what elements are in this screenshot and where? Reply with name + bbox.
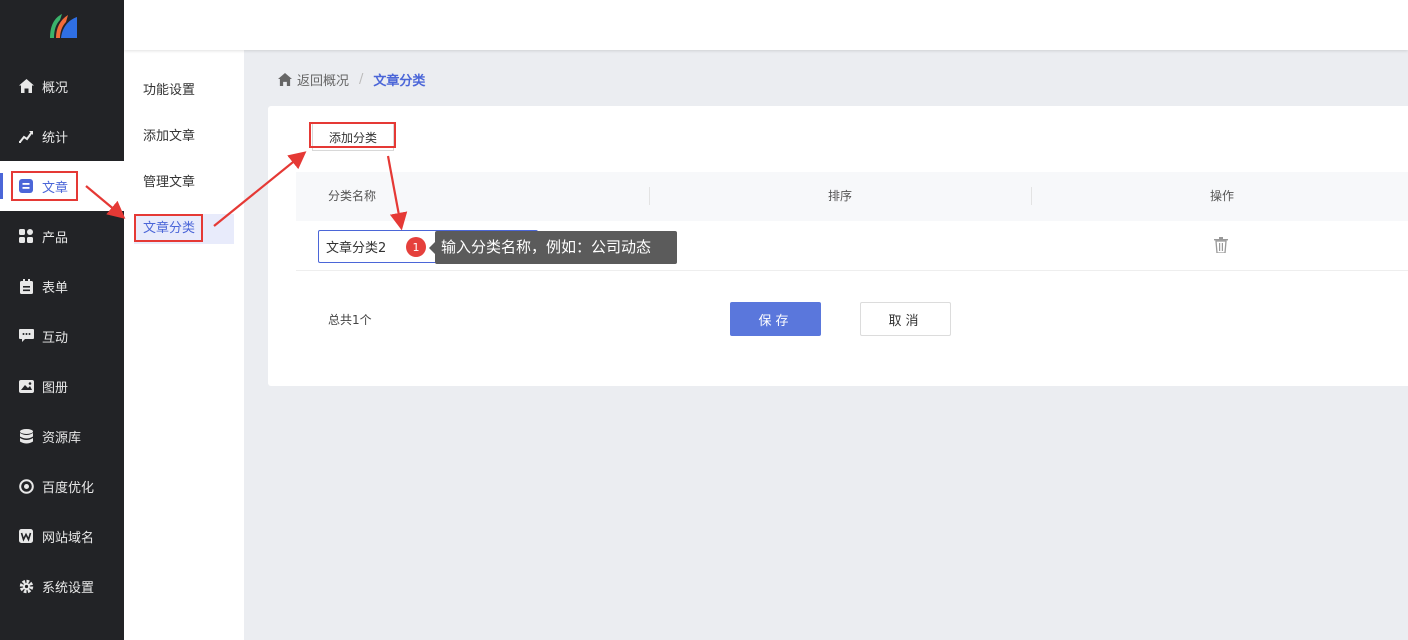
sidebar-item-settings[interactable]: 系统设置 — [0, 561, 124, 611]
home-icon — [278, 72, 292, 86]
sidebar-item-album[interactable]: 图册 — [0, 361, 124, 411]
sidebar-item-label: 统计 — [42, 130, 69, 146]
add-category-button[interactable]: 添加分类 — [312, 123, 394, 151]
sidebar-item-label: 产品 — [42, 230, 69, 246]
submenu-item-manage-article[interactable]: 管理文章 — [134, 168, 234, 198]
trash-icon[interactable] — [1214, 237, 1228, 257]
sidebar-item-interaction[interactable]: 互动 — [0, 311, 124, 361]
clipboard-icon — [18, 278, 34, 294]
breadcrumb-current: 文章分类 — [373, 73, 426, 89]
submenu-item-add-article[interactable]: 添加文章 — [134, 122, 234, 152]
sidebar-item-statistics[interactable]: 统计 — [0, 111, 124, 161]
database-icon — [18, 428, 34, 444]
cancel-button[interactable]: 取消 — [860, 302, 951, 336]
sidebar-item-article[interactable]: 文章 — [0, 161, 124, 211]
sidebar-item-label: 图册 — [42, 380, 69, 396]
save-button[interactable]: 保存 — [730, 302, 821, 336]
sidebar-item-domain[interactable]: 网站域名 — [0, 511, 124, 561]
sidebar-item-overview[interactable]: 概况 — [0, 61, 124, 111]
gear-icon — [18, 578, 34, 594]
sidebar-item-form[interactable]: 表单 — [0, 261, 124, 311]
step-badge: 1 — [406, 237, 426, 257]
sidebar-item-label: 资源库 — [42, 430, 82, 446]
breadcrumb-back-link[interactable]: 返回概况 — [278, 70, 349, 89]
column-header-sort: 排序 — [828, 189, 853, 203]
column-header-actions: 操作 — [1210, 189, 1235, 203]
table-header: 分类名称 排序 操作 — [296, 172, 1408, 221]
submenu-item-article-category[interactable]: 文章分类 — [134, 214, 234, 244]
logo[interactable] — [0, 0, 124, 50]
column-divider — [649, 187, 650, 205]
sidebar-item-label: 互动 — [42, 330, 69, 346]
home-icon — [18, 78, 34, 94]
sidebar-item-label: 文章 — [42, 180, 69, 196]
album-icon — [18, 378, 34, 394]
sidebar-item-label: 百度优化 — [42, 480, 95, 496]
column-divider — [1031, 187, 1032, 205]
sidebar-item-label: 表单 — [42, 280, 69, 296]
breadcrumb-separator: / — [359, 71, 364, 87]
sidebar-item-seo[interactable]: 百度优化 — [0, 461, 124, 511]
column-header-name: 分类名称 — [328, 189, 377, 203]
submenu-item-function-settings[interactable]: 功能设置 — [134, 76, 234, 106]
sidebar-item-label: 概况 — [42, 80, 69, 96]
top-header — [124, 0, 1408, 50]
sidebar-item-resources[interactable]: 资源库 — [0, 411, 124, 461]
sidebar-item-product[interactable]: 产品 — [0, 211, 124, 261]
chart-line-icon — [18, 128, 34, 144]
sidebar-item-label: 系统设置 — [42, 580, 95, 596]
grid-icon — [18, 228, 34, 244]
total-count: 总共1个 — [328, 313, 372, 327]
breadcrumb: 返回概况 / 文章分类 — [278, 70, 426, 89]
article-icon — [18, 178, 34, 194]
sidebar: 概况 统计 文章 产品 表单 互动 图册 资源库 百度优化 网站域名 系统设置 — [0, 0, 124, 640]
breadcrumb-back-label: 返回概况 — [297, 73, 350, 89]
sidebar-item-label: 网站域名 — [42, 530, 95, 546]
target-icon — [18, 478, 34, 494]
chat-icon — [18, 328, 34, 344]
w-icon — [18, 528, 34, 544]
submenu: 功能设置 添加文章 管理文章 文章分类 — [124, 50, 244, 640]
logo-icon — [50, 14, 77, 38]
input-hint-tooltip: 输入分类名称，例如：公司动态 — [435, 231, 677, 264]
